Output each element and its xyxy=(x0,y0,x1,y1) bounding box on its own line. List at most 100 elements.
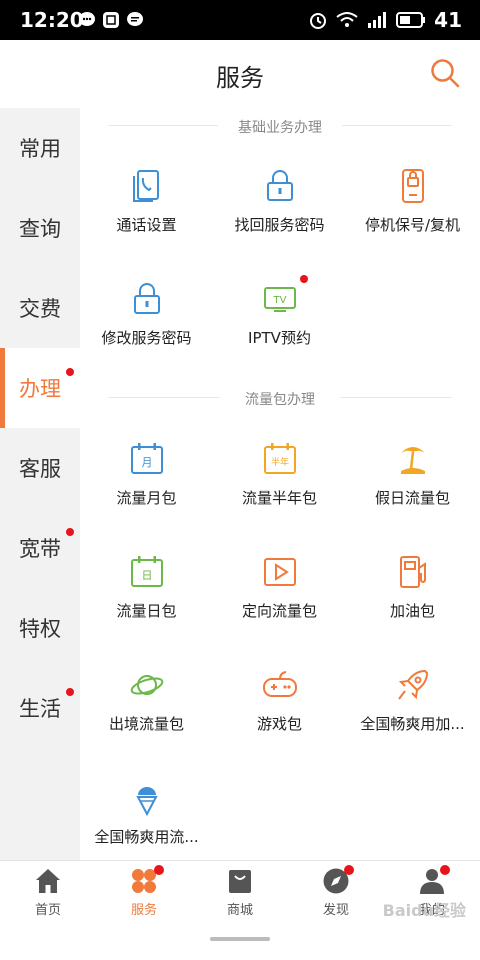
gamepad-icon xyxy=(262,671,297,697)
search-icon[interactable] xyxy=(430,58,460,88)
grid-item-call-settings[interactable]: 通话设置 xyxy=(80,150,213,260)
shopping-bag-icon xyxy=(229,870,251,893)
battery-icon xyxy=(396,12,426,28)
tab-mall[interactable]: 商城 xyxy=(192,861,288,931)
svg-text:TV: TV xyxy=(272,295,286,306)
notification-icons xyxy=(78,11,144,29)
watermark: Baidu经验 xyxy=(382,901,466,920)
signal-icon xyxy=(368,12,387,28)
sidebar-item-label: 宽带 xyxy=(19,537,61,561)
grid-item-label: 全国畅爽用加... xyxy=(360,715,465,733)
notification-dot xyxy=(66,368,74,376)
status-right: 41 xyxy=(308,8,462,32)
calendar-icon-text: 月 xyxy=(141,456,152,469)
status-bar: 12:20 41 xyxy=(0,0,480,40)
grid-item-directed-data[interactable]: 定向流量包 xyxy=(213,536,346,646)
tab-label: 商城 xyxy=(226,903,253,918)
bottom-tab-bar: 首页 服务 商城 发现 我的 Baidu经验 xyxy=(0,860,480,960)
grid-item-national-data[interactable]: 全国畅爽用流... xyxy=(80,762,213,872)
beach-icon xyxy=(400,447,425,474)
chat-bubble-icon xyxy=(79,12,95,26)
sidebar-item-label: 特权 xyxy=(19,617,61,641)
sim-card-icon xyxy=(401,169,424,203)
grid-item-monthly-data[interactable]: 月 流量月包 xyxy=(80,423,213,533)
sidebar-item-life[interactable]: 生活 xyxy=(0,668,80,748)
sidebar: 常用 查询 交费 办理 客服 宽带 特权 生活 xyxy=(0,108,80,860)
grid-item-holiday-data[interactable]: 假日流量包 xyxy=(346,423,479,533)
tab-home[interactable]: 首页 xyxy=(0,861,96,931)
grid-item-national-speed[interactable]: 全国畅爽用加... xyxy=(346,649,479,759)
calendar-day-icon: 日 xyxy=(130,556,163,587)
sidebar-item-label: 客服 xyxy=(19,457,61,481)
tab-discover[interactable]: 发现 xyxy=(288,861,384,931)
grid-item-label: 出境流量包 xyxy=(108,715,184,733)
notification-dot xyxy=(344,865,354,875)
grid-item-label: 找回服务密码 xyxy=(234,216,325,234)
lock-icon xyxy=(266,170,293,201)
message-icon xyxy=(127,12,143,26)
sidebar-item-privilege[interactable]: 特权 xyxy=(0,588,80,668)
sidebar-item-query[interactable]: 查询 xyxy=(0,188,80,268)
sidebar-item-handle[interactable]: 办理 xyxy=(0,348,80,428)
grid-item-label: 假日流量包 xyxy=(374,489,450,507)
notification-dot xyxy=(300,275,308,283)
wifi-icon xyxy=(336,12,358,27)
sidebar-item-label: 生活 xyxy=(19,697,61,721)
phone-settings-icon xyxy=(132,170,159,202)
grid-item-daily-data[interactable]: 日 流量日包 xyxy=(80,536,213,646)
grid-item-change-password[interactable]: 修改服务密码 xyxy=(80,263,213,373)
sidebar-item-label: 常用 xyxy=(19,137,61,161)
calendar-month-icon: 月 xyxy=(130,443,163,474)
tab-label: 首页 xyxy=(34,903,61,918)
calendar-icon-text: 半年 xyxy=(270,456,288,468)
sidebar-item-common[interactable]: 常用 xyxy=(0,108,80,188)
notification-dot xyxy=(66,688,74,696)
grid-item-game-pack[interactable]: 游戏包 xyxy=(213,649,346,759)
grid-item-label: 修改服务密码 xyxy=(101,329,192,347)
service-content: 基础业务办理 通话设置 找回服务密码 停机保号/复机 修改服务密码 TV IPT… xyxy=(80,108,480,860)
tv-icon: TV xyxy=(263,287,296,312)
home-icon xyxy=(36,869,60,893)
grid-item-fuel-pack[interactable]: 加油包 xyxy=(346,536,479,646)
ice-cream-icon xyxy=(135,787,158,816)
battery-level: 41 xyxy=(434,8,462,32)
alarm-icon xyxy=(310,13,327,29)
home-indicator[interactable] xyxy=(210,937,270,941)
calendar-icon-text: 日 xyxy=(141,569,152,582)
grid-item-label: 定向流量包 xyxy=(241,602,317,620)
grid-item-label: 全国畅爽用流... xyxy=(94,828,199,846)
lock-icon xyxy=(133,283,160,314)
page-title: 服务 xyxy=(216,64,264,92)
section-title-data: 流量包办理 xyxy=(245,392,315,408)
rocket-icon xyxy=(397,669,428,700)
section-title-basic: 基础业务办理 xyxy=(238,120,322,136)
grid-item-halfyear-data[interactable]: 半年 流量半年包 xyxy=(213,423,346,533)
grid-item-recover-password[interactable]: 找回服务密码 xyxy=(213,150,346,260)
grid-item-suspend-resume[interactable]: 停机保号/复机 xyxy=(346,150,479,260)
sidebar-item-customer-service[interactable]: 客服 xyxy=(0,428,80,508)
fuel-icon xyxy=(399,556,426,588)
status-time: 12:20 xyxy=(20,8,84,32)
grid-item-label: 流量日包 xyxy=(116,602,177,620)
play-icon xyxy=(263,558,296,586)
grid-item-label: 停机保号/复机 xyxy=(364,216,461,234)
tab-service[interactable]: 服务 xyxy=(96,861,192,931)
header: 服务 xyxy=(0,40,480,108)
tab-label: 发现 xyxy=(322,903,349,918)
grid-item-label: 流量半年包 xyxy=(241,489,317,507)
notification-dot xyxy=(440,865,450,875)
sidebar-item-broadband[interactable]: 宽带 xyxy=(0,508,80,588)
calendar-halfyear-icon: 半年 xyxy=(263,443,296,474)
sidebar-item-payment[interactable]: 交费 xyxy=(0,268,80,348)
grid-item-label: 通话设置 xyxy=(116,216,177,234)
notification-dot xyxy=(66,528,74,536)
sidebar-item-label: 办理 xyxy=(19,377,61,401)
tab-label: 服务 xyxy=(130,903,157,918)
grid-item-outbound-data[interactable]: 出境流量包 xyxy=(80,649,213,759)
app-notification-icon xyxy=(103,12,119,28)
grid-item-label: IPTV预约 xyxy=(248,329,311,347)
grid-item-label: 流量月包 xyxy=(116,489,177,507)
grid-item-iptv[interactable]: TV IPTV预约 xyxy=(213,263,346,373)
notification-dot xyxy=(154,865,164,875)
grid-item-label: 加油包 xyxy=(389,602,435,620)
